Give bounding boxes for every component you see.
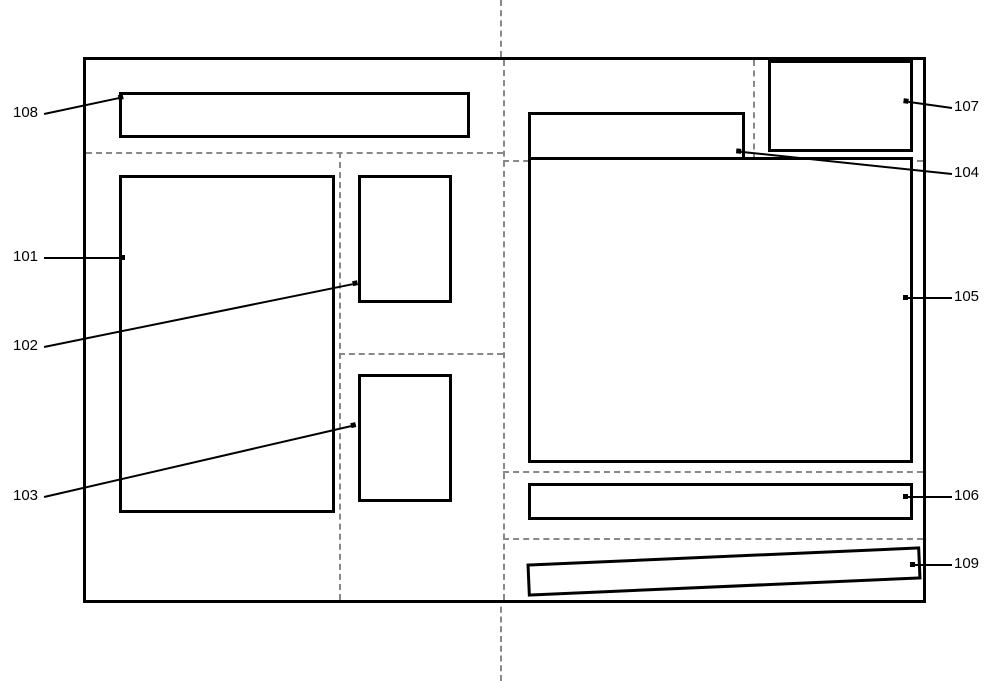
label-101: 101: [13, 248, 38, 265]
lead-105: [908, 297, 952, 299]
element-103: [358, 374, 452, 502]
lead-109: [915, 564, 952, 566]
element-109: [526, 546, 921, 596]
diagram-canvas: 108 101 102 103 107 104 105 106 109: [0, 0, 1000, 681]
outer-frame: [83, 57, 926, 603]
left-section-top-divider: [86, 152, 503, 154]
left-section-mid-divider: [339, 353, 503, 355]
right-low-h-divider: [503, 538, 923, 540]
right-top-vert-divider: [753, 60, 755, 160]
label-103: 103: [13, 487, 38, 504]
label-105: 105: [954, 288, 979, 305]
element-108: [119, 92, 470, 138]
label-109: 109: [954, 555, 979, 572]
lead-106: [908, 496, 952, 498]
label-108: 108: [13, 104, 38, 121]
label-106: 106: [954, 487, 979, 504]
center-vertical-inside: [503, 60, 505, 600]
element-101: [119, 175, 335, 513]
label-107: 107: [954, 98, 979, 115]
label-104: 104: [954, 164, 979, 181]
lead-101: [44, 257, 120, 259]
label-102: 102: [13, 337, 38, 354]
element-102: [358, 175, 452, 303]
center-axis-top: [500, 0, 502, 57]
element-106: [528, 483, 913, 520]
right-mid-h-divider: [503, 471, 923, 473]
center-axis-bottom: [500, 597, 502, 681]
element-104: [528, 112, 745, 163]
element-107: [768, 60, 913, 152]
left-section-vert-divider: [339, 152, 341, 600]
element-105: [528, 157, 913, 463]
